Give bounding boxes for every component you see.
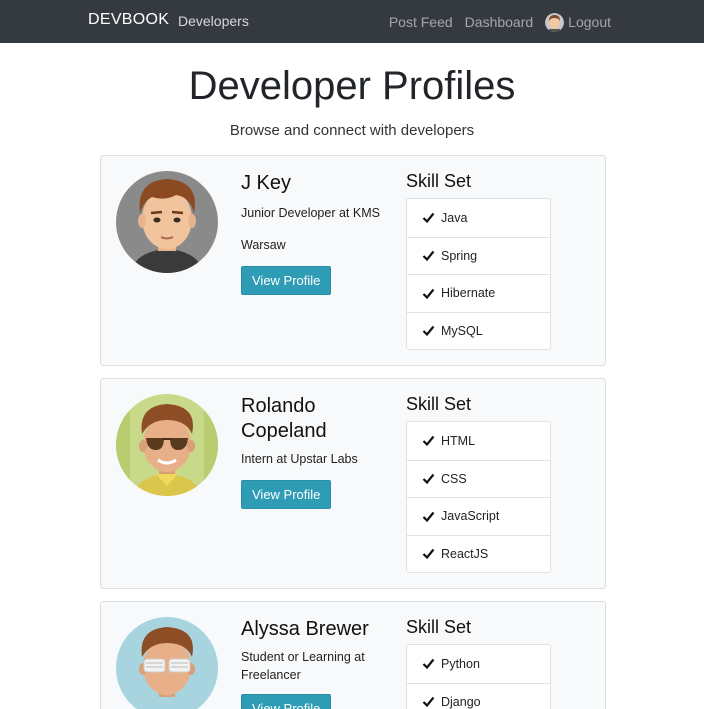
page-subtitle: Browse and connect with developers <box>229 122 475 139</box>
nav-dashboard-link[interactable]: Dashboard <box>465 14 534 30</box>
skill-item: HTML <box>407 422 550 460</box>
skill-label: Python <box>441 656 480 671</box>
skill-label: CSS <box>441 471 467 486</box>
profile-name: Rolando Copeland <box>241 395 327 442</box>
profile-card: Rolando Copeland Intern at Upstar Labs V… <box>100 378 606 589</box>
skill-list: Java Spring Hibernate MySQL <box>406 198 551 350</box>
check-icon <box>422 511 435 522</box>
check-icon <box>422 436 435 447</box>
profile-role: Junior Developer at KMS <box>241 206 380 220</box>
check-icon <box>422 251 435 262</box>
profile-location: Warsaw <box>241 238 286 252</box>
skill-label: Django <box>441 694 481 709</box>
avatar <box>116 171 218 273</box>
profile-card: J Key Junior Developer at KMS Warsaw Vie… <box>100 155 606 366</box>
profile-role: Student or Learning at Freelancer <box>241 650 365 682</box>
skill-list: Python Django <box>406 644 551 709</box>
check-icon <box>422 288 435 299</box>
nav-post-feed-link[interactable]: Post Feed <box>389 14 453 30</box>
nav-right-group: Post Feed Dashboard Logout <box>389 11 611 33</box>
view-profile-button[interactable]: View Profile <box>241 694 332 709</box>
check-icon <box>422 326 435 337</box>
skill-set-title: Skill Set <box>406 617 472 637</box>
skill-item: ReactJS <box>407 534 550 573</box>
profile-name: J Key <box>241 172 292 194</box>
profile-card: Alyssa Brewer Student or Learning at Fre… <box>100 601 606 709</box>
skill-item: Python <box>407 645 550 683</box>
check-icon <box>422 659 435 670</box>
skill-label: HTML <box>441 433 476 448</box>
skill-label: MySQL <box>441 323 483 338</box>
nav-developers-link[interactable]: Developers <box>178 13 249 29</box>
skill-set: Skill Set Java Spring Hibernate MySQL <box>406 171 551 350</box>
skill-item: Spring <box>407 236 550 275</box>
view-profile-button[interactable]: View Profile <box>241 480 332 509</box>
top-navbar: DEVBOOK Developers Post Feed Dashboard L… <box>0 0 704 43</box>
skill-item: Django <box>407 682 550 709</box>
profile-info: Alyssa Brewer Student or Learning at Fre… <box>241 617 396 709</box>
skill-set: Skill Set Python Django <box>406 617 551 709</box>
skill-item: Hibernate <box>407 274 550 312</box>
skill-label: ReactJS <box>441 546 489 561</box>
skill-set-title: Skill Set <box>406 394 472 414</box>
user-avatar-icon[interactable] <box>545 12 565 32</box>
profile-name: Alyssa Brewer <box>241 618 369 640</box>
skill-item: JavaScript <box>407 497 550 535</box>
check-icon <box>422 474 435 485</box>
profile-info: J Key Junior Developer at KMS Warsaw Vie… <box>241 171 396 295</box>
skill-set: Skill Set HTML CSS JavaScript ReactJS <box>406 394 551 573</box>
avatar <box>116 617 218 709</box>
skill-item: MySQL <box>407 311 550 350</box>
check-icon <box>422 213 435 224</box>
skill-label: Hibernate <box>441 286 496 301</box>
avatar <box>116 394 218 496</box>
check-icon <box>422 549 435 560</box>
skill-label: JavaScript <box>441 509 500 524</box>
nav-logout-link[interactable]: Logout <box>568 14 611 30</box>
skill-item: Java <box>407 199 550 237</box>
view-profile-button[interactable]: View Profile <box>241 266 332 295</box>
brand-logo[interactable]: DEVBOOK <box>88 11 169 29</box>
skill-label: Java <box>441 210 468 225</box>
page-title: Developer Profiles <box>188 64 516 108</box>
profile-role: Intern at Upstar Labs <box>241 452 358 466</box>
check-icon <box>422 697 435 708</box>
skill-item: CSS <box>407 459 550 498</box>
skill-label: Spring <box>441 248 478 263</box>
skill-set-title: Skill Set <box>406 171 472 191</box>
profile-info: Rolando Copeland Intern at Upstar Labs V… <box>241 394 396 509</box>
skill-list: HTML CSS JavaScript ReactJS <box>406 421 551 573</box>
